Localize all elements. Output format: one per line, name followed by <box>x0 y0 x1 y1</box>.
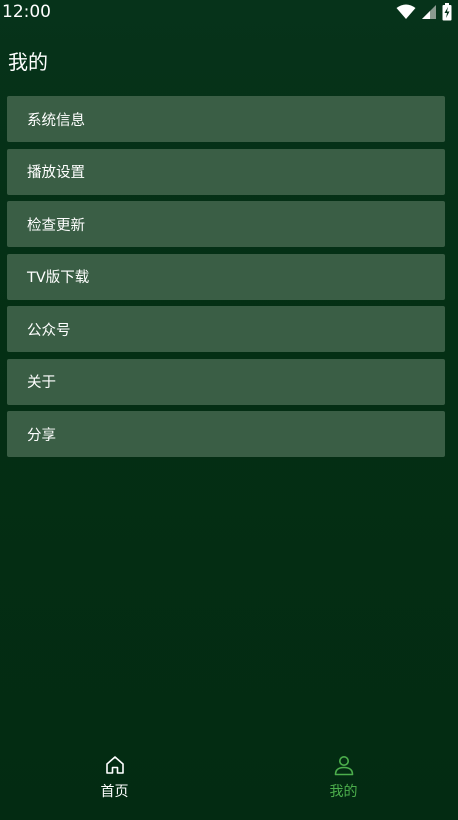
status-time: 12:00 <box>2 2 51 22</box>
menu-item-share[interactable]: 分享 <box>7 411 445 457</box>
wifi-icon <box>396 4 416 20</box>
battery-icon <box>442 3 452 21</box>
menu-item-label: 公众号 <box>27 322 71 339</box>
status-bar: 12:00 <box>0 0 458 24</box>
nav-label-home: 首页 <box>100 784 129 800</box>
menu-item-label: 系统信息 <box>27 112 85 129</box>
nav-item-home[interactable]: 首页 <box>0 754 229 820</box>
menu-item-label: TV版下载 <box>27 270 90 286</box>
person-icon <box>333 754 355 776</box>
signal-icon <box>421 4 437 20</box>
menu-item-tv-download[interactable]: TV版下载 <box>7 253 445 300</box>
nav-label-mine: 我的 <box>329 784 358 800</box>
menu-item-label: 检查更新 <box>27 217 85 234</box>
status-icons <box>396 3 452 21</box>
menu-item-playback-settings[interactable]: 播放设置 <box>7 148 445 195</box>
menu-item-label: 播放设置 <box>27 165 85 181</box>
nav-item-mine[interactable]: 我的 <box>229 754 458 820</box>
menu-list: 系统信息 播放设置 检查更新 TV版下载 公众号 关于 分享 <box>7 96 445 464</box>
menu-item-official-account[interactable]: 公众号 <box>7 306 445 352</box>
menu-item-label: 分享 <box>27 427 56 444</box>
page-title: 我的 <box>8 50 48 74</box>
menu-item-label: 关于 <box>27 375 56 391</box>
menu-item-check-update[interactable]: 检查更新 <box>7 201 445 247</box>
menu-item-about[interactable]: 关于 <box>7 358 445 405</box>
menu-item-system-info[interactable]: 系统信息 <box>7 96 445 142</box>
bottom-nav: 首页 我的 <box>0 754 458 820</box>
home-icon <box>104 754 126 776</box>
